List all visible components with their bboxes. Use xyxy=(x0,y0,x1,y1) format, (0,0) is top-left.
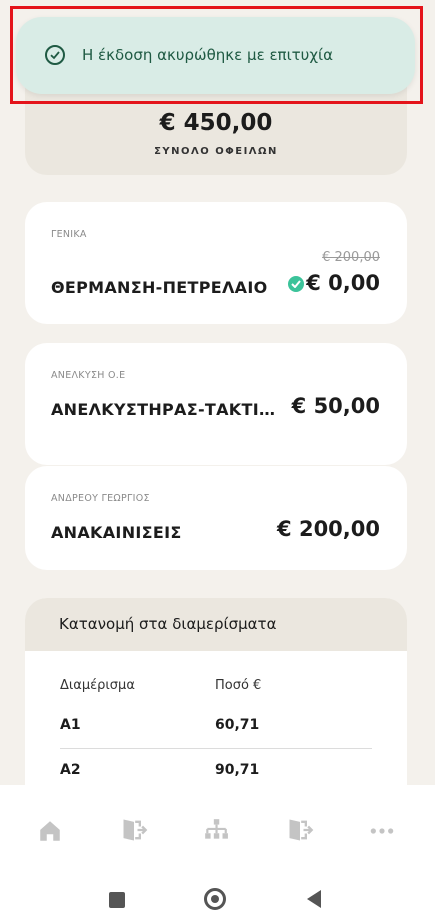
distribution-header: Κατανομή στα διαμερίσματα xyxy=(25,598,407,651)
charge-card[interactable]: ΑΝΕΛΚΥΣΗ Ο.Ε ΑΝΕΛΚΥΣΤΗΡΑΣ-ΤΑΚΤΙΚΗ... € 5… xyxy=(25,343,407,465)
total-debt-amount: € 450,00 xyxy=(159,110,273,136)
row-divider xyxy=(60,748,372,749)
charge-category: ΑΝΕΛΚΥΣΗ Ο.Ε xyxy=(51,370,126,381)
charge-name: ΑΝΕΛΚΥΣΤΗΡΑΣ-ΤΑΚΤΙΚΗ... xyxy=(51,400,287,419)
charge-amount: € 50,00 xyxy=(291,394,380,418)
more-dots-icon[interactable] xyxy=(369,818,395,844)
charge-amount: € 0,00 xyxy=(306,271,380,295)
charge-card[interactable]: ΑΝΔΡΕΟΥ ΓΕΩΡΓΙΟΣ ΑΝΑΚΑΙΝΙΣΕΙΣ € 200,00 xyxy=(25,466,407,570)
home-button[interactable] xyxy=(204,888,226,910)
charge-name: ΑΝΑΚΑΙΝΙΣΕΙΣ xyxy=(51,523,182,542)
table-cell-apartment: Α1 xyxy=(60,717,81,733)
home-icon[interactable] xyxy=(37,818,63,844)
charge-category: ΑΝΔΡΕΟΥ ΓΕΩΡΓΙΟΣ xyxy=(51,493,150,504)
column-header-amount: Ποσό € xyxy=(215,678,262,693)
check-badge-icon xyxy=(288,276,304,292)
table-cell-amount: 90,71 xyxy=(215,762,260,778)
column-header-apartment: Διαμέρισμα xyxy=(60,678,135,693)
distribution-title: Κατανομή στα διαμερίσματα xyxy=(59,615,277,633)
table-cell-amount: 60,71 xyxy=(215,717,260,733)
exit-door-icon[interactable] xyxy=(286,816,314,842)
charge-name: ΘΕΡΜΑΝΣΗ-ΠΕΤΡΕΛΑΙΟ xyxy=(51,278,268,297)
highlight-frame xyxy=(10,6,423,104)
table-cell-apartment: Α2 xyxy=(60,762,81,778)
exit-door-icon[interactable] xyxy=(120,816,148,842)
charge-amount: € 200,00 xyxy=(277,517,380,541)
charge-card[interactable]: ΓΕΝΙΚΑ € 200,00 ΘΕΡΜΑΝΣΗ-ΠΕΤΡΕΛΑΙΟ € 0,0… xyxy=(25,202,407,324)
back-button[interactable] xyxy=(307,890,321,908)
total-debt-label: ΣΥΝΟΛΟ ΟΦΕΙΛΩΝ xyxy=(154,146,278,157)
recent-apps-button[interactable] xyxy=(109,892,125,908)
charge-category: ΓΕΝΙΚΑ xyxy=(51,229,87,240)
charge-old-amount: € 200,00 xyxy=(322,250,380,265)
org-chart-icon[interactable] xyxy=(203,817,229,843)
